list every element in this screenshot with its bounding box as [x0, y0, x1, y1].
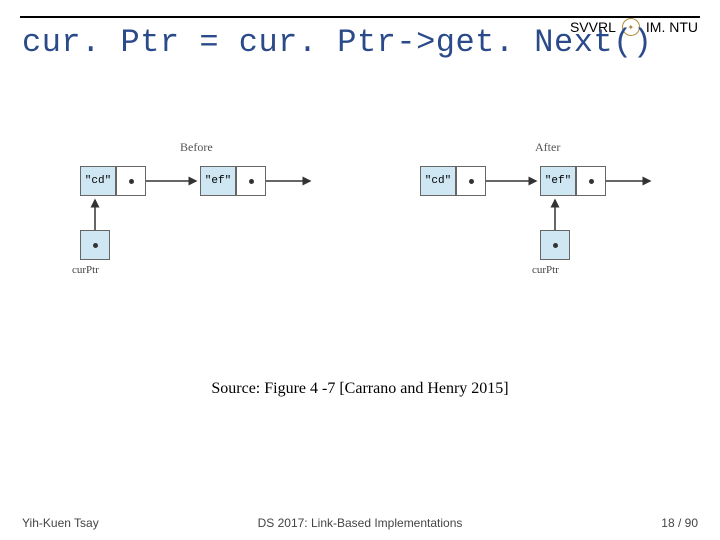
footer: Yih-Kuen Tsay DS 2017: Link-Based Implem… — [22, 516, 698, 530]
footer-course: DS 2017: Link-Based Implementations — [22, 516, 698, 530]
after-arrows — [410, 160, 710, 290]
footer-page: 18 / 90 — [661, 516, 698, 530]
before-arrows — [70, 160, 370, 290]
before-label: Before — [180, 140, 213, 155]
diagram-area: Before "cd" "ef" curPtr After — [0, 160, 720, 310]
slide-title: cur. Ptr = cur. Ptr->get. Next() — [22, 24, 653, 61]
after-label: After — [535, 140, 560, 155]
source-citation: Source: Figure 4 -7 [Carrano and Henry 2… — [0, 380, 720, 398]
org-right-label: IM. NTU — [646, 19, 698, 35]
